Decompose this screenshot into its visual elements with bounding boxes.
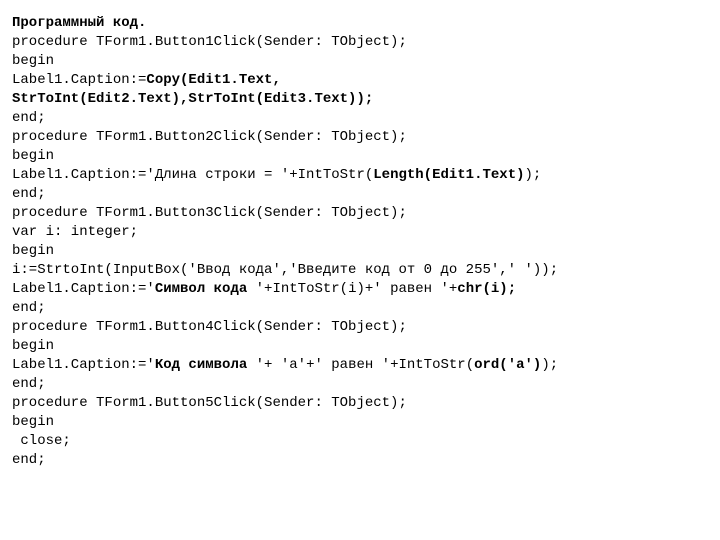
code-segment: i:=StrtoInt(InputBox('Ввод кода','Введит… xyxy=(12,262,558,278)
code-segment: end; xyxy=(12,376,46,392)
code-segment: end; xyxy=(12,110,46,126)
code-line: end; xyxy=(12,451,708,470)
code-line: close; xyxy=(12,432,708,451)
code-line: begin xyxy=(12,147,708,166)
code-segment: var i: integer; xyxy=(12,224,138,240)
code-line: procedure TForm1.Button4Click(Sender: TO… xyxy=(12,318,708,337)
code-line: procedure TForm1.Button3Click(Sender: TO… xyxy=(12,204,708,223)
code-segment: ord('a') xyxy=(474,357,541,373)
code-line: end; xyxy=(12,185,708,204)
code-line: begin xyxy=(12,337,708,356)
code-segment: close; xyxy=(12,433,71,449)
code-segment: Length(Edit1.Text) xyxy=(373,167,524,183)
code-segment: Label1.Caption:= xyxy=(12,72,146,88)
code-line: StrToInt(Edit2.Text),StrToInt(Edit3.Text… xyxy=(12,90,708,109)
code-line: Label1.Caption:='Код символа '+ 'a'+' ра… xyxy=(12,356,708,375)
code-line: procedure TForm1.Button2Click(Sender: TO… xyxy=(12,128,708,147)
code-segment: begin xyxy=(12,243,54,259)
code-line: end; xyxy=(12,299,708,318)
code-line: i:=StrtoInt(InputBox('Ввод кода','Введит… xyxy=(12,261,708,280)
code-segment: procedure TForm1.Button2Click(Sender: TO… xyxy=(12,129,407,145)
code-segment: begin xyxy=(12,53,54,69)
code-segment: '+ 'a'+' равен '+IntToStr( xyxy=(256,357,474,373)
code-segment: begin xyxy=(12,338,54,354)
code-segment: chr(i); xyxy=(457,281,516,297)
code-line: Программный код. xyxy=(12,14,708,33)
code-segment: end; xyxy=(12,452,46,468)
code-segment: ); xyxy=(541,357,558,373)
code-segment: Copy(Edit1.Text, xyxy=(146,72,280,88)
code-line: procedure TForm1.Button5Click(Sender: TO… xyxy=(12,394,708,413)
code-line: var i: integer; xyxy=(12,223,708,242)
code-line: begin xyxy=(12,413,708,432)
code-segment: Label1.Caption:=' xyxy=(12,357,155,373)
code-segment: StrToInt(Edit2.Text),StrToInt(Edit3.Text… xyxy=(12,91,373,107)
code-line: end; xyxy=(12,109,708,128)
code-segment: Символ кода xyxy=(155,281,256,297)
code-segment: '+IntToStr(i)+' равен '+ xyxy=(256,281,458,297)
code-line: Label1.Caption:='Символ кода '+IntToStr(… xyxy=(12,280,708,299)
code-segment: ); xyxy=(525,167,542,183)
code-line: end; xyxy=(12,375,708,394)
code-segment: procedure TForm1.Button4Click(Sender: TO… xyxy=(12,319,407,335)
code-segment: procedure TForm1.Button1Click(Sender: TO… xyxy=(12,34,407,50)
code-segment: begin xyxy=(12,414,54,430)
code-line: Label1.Caption:='Длина строки = '+IntToS… xyxy=(12,166,708,185)
code-line: Label1.Caption:=Copy(Edit1.Text, xyxy=(12,71,708,90)
code-segment: Программный код. xyxy=(12,15,146,31)
code-segment: end; xyxy=(12,186,46,202)
code-segment: end; xyxy=(12,300,46,316)
code-line: begin xyxy=(12,52,708,71)
code-segment: procedure TForm1.Button3Click(Sender: TO… xyxy=(12,205,407,221)
code-listing: Программный код. procedure TForm1.Button1… xyxy=(12,14,708,470)
code-line: procedure TForm1.Button1Click(Sender: TO… xyxy=(12,33,708,52)
code-segment: begin xyxy=(12,148,54,164)
code-segment: Код символа xyxy=(155,357,256,373)
code-segment: Label1.Caption:='Длина строки = '+IntToS… xyxy=(12,167,373,183)
code-segment: Label1.Caption:=' xyxy=(12,281,155,297)
code-line: begin xyxy=(12,242,708,261)
code-segment: procedure TForm1.Button5Click(Sender: TO… xyxy=(12,395,407,411)
